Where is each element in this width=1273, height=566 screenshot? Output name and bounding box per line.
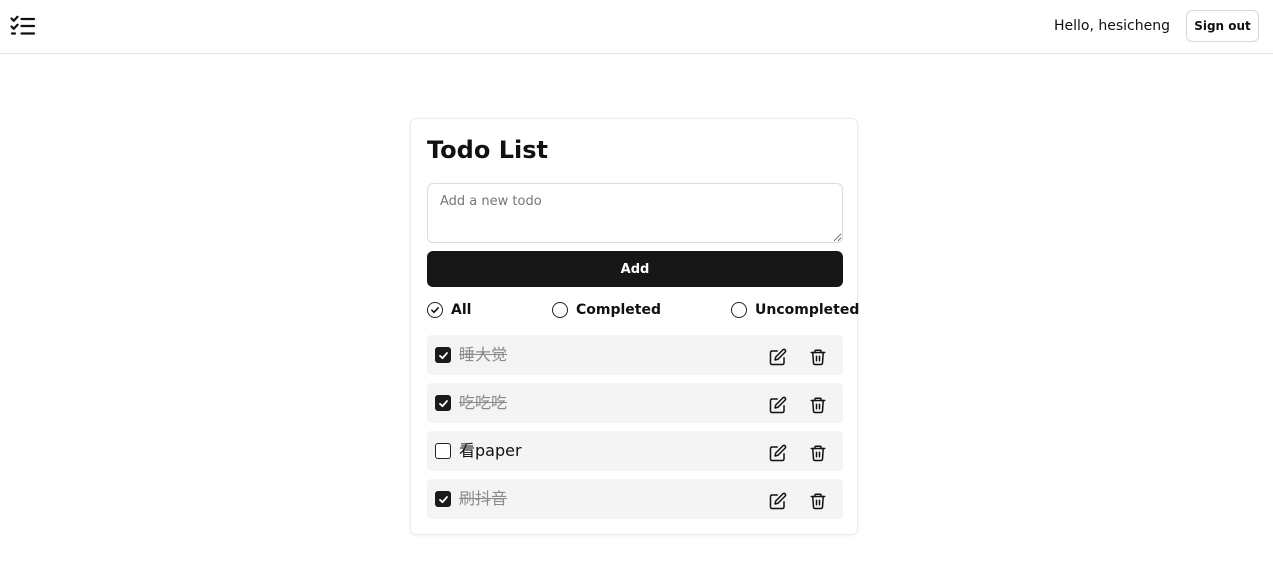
trash-icon[interactable] (809, 348, 827, 366)
list-checks-icon[interactable] (10, 15, 36, 37)
filter-uncompleted[interactable]: Uncompleted (731, 301, 859, 319)
sign-out-button[interactable]: Sign out (1186, 10, 1259, 42)
greeting-text: Hello, hesicheng (1054, 18, 1170, 34)
edit-icon[interactable] (769, 396, 787, 414)
todo-checkbox[interactable] (435, 395, 451, 411)
todo-card: Todo List Add All Completed Uncompleted … (410, 118, 859, 535)
todo-item: 看paper (427, 431, 843, 471)
filter-label: All (451, 302, 472, 318)
todo-text: 刷抖音 (459, 489, 508, 508)
filter-label: Uncompleted (755, 302, 860, 318)
edit-icon[interactable] (769, 492, 787, 510)
todo-item: 吃吃吃 (427, 383, 843, 423)
todo-checkbox[interactable] (435, 491, 451, 507)
todo-item: 刷抖音 (427, 479, 843, 519)
todo-text: 看paper (459, 441, 522, 460)
filter-label: Completed (576, 302, 662, 318)
filter-all[interactable]: All (427, 301, 471, 319)
page-title: Todo List (427, 136, 548, 164)
trash-icon[interactable] (809, 444, 827, 462)
todo-checkbox[interactable] (435, 443, 451, 459)
add-todo-button[interactable]: Add (427, 251, 843, 287)
trash-icon[interactable] (809, 492, 827, 510)
top-bar: Hello, hesicheng Sign out (0, 0, 1273, 54)
todo-checkbox[interactable] (435, 347, 451, 363)
todo-item: 睡大觉 (427, 335, 843, 375)
edit-icon[interactable] (769, 444, 787, 462)
new-todo-input[interactable] (427, 183, 843, 243)
circle-icon[interactable] (552, 302, 568, 318)
todo-text: 睡大觉 (459, 345, 508, 364)
trash-icon[interactable] (809, 396, 827, 414)
todo-text: 吃吃吃 (459, 393, 508, 412)
edit-icon[interactable] (769, 348, 787, 366)
filter-completed[interactable]: Completed (552, 301, 661, 319)
check-circle-icon[interactable] (427, 302, 443, 318)
circle-icon[interactable] (731, 302, 747, 318)
